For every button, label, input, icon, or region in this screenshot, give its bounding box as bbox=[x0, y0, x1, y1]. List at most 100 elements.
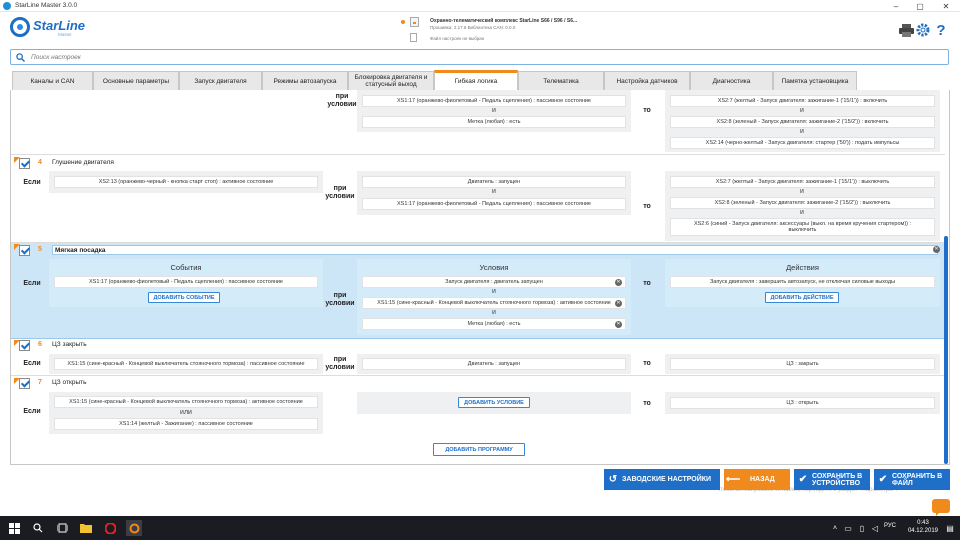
add-event-button[interactable]: ДОБАВИТЬ СОБЫТИЕ bbox=[148, 292, 220, 303]
label-under-condition: при условии bbox=[325, 356, 355, 371]
program-name[interactable]: ЦЗ закрыть bbox=[52, 341, 87, 348]
action-item[interactable]: ЦЗ : закрыть bbox=[670, 358, 935, 370]
label-then: то bbox=[643, 203, 651, 210]
chat-icon[interactable] bbox=[932, 499, 950, 516]
search-input[interactable] bbox=[31, 51, 731, 63]
tab-installer-memo[interactable]: Памятка установщика bbox=[773, 71, 857, 90]
program-row-5: 5 Мягкая посадка ✕ Если События XS1:17 (… bbox=[11, 243, 945, 339]
program-number: 7 bbox=[38, 379, 42, 386]
label-if: Если bbox=[23, 360, 41, 367]
back-button[interactable]: ⟵ НАЗАД bbox=[724, 469, 790, 490]
save-to-device-label: СОХРАНИТЬ В УСТРОЙСТВО bbox=[812, 472, 863, 487]
event-item[interactable]: XS2:13 (оранжево-черный - кнопка старт с… bbox=[54, 176, 318, 188]
notification-icon[interactable]: ▤ bbox=[944, 520, 956, 536]
actions-panel: ЦЗ : закрыть bbox=[665, 354, 940, 374]
action-item[interactable]: XS2:14 (черно-желтый - Запуск двигателя:… bbox=[670, 137, 935, 149]
vertical-scrollbar[interactable] bbox=[944, 236, 948, 464]
tray-expand-icon[interactable]: ˄ bbox=[830, 520, 840, 536]
event-item[interactable]: XS1:15 (сине-красный - Концевой выключат… bbox=[54, 358, 318, 370]
tab-sensors[interactable]: Настройка датчиков bbox=[604, 71, 690, 90]
program-name[interactable]: ЦЗ открыть bbox=[52, 379, 86, 386]
delete-program-icon[interactable]: ✕ bbox=[933, 246, 940, 253]
tab-flexible-logic[interactable]: Гибкая логика bbox=[434, 70, 518, 90]
tab-bar: Каналы и CAN Основные параметры Запуск д… bbox=[10, 70, 950, 90]
maximize-button[interactable]: ▢ bbox=[908, 0, 932, 12]
remove-condition-icon[interactable]: ✕ bbox=[615, 279, 622, 286]
add-condition-button[interactable]: ДОБАВИТЬ УСЛОВИЕ bbox=[458, 397, 530, 408]
and-label: и bbox=[800, 128, 804, 135]
program-enable-checkbox[interactable] bbox=[19, 378, 30, 389]
opera-icon[interactable] bbox=[102, 520, 118, 536]
program-enable-checkbox[interactable] bbox=[19, 340, 30, 351]
label-if: Если bbox=[23, 179, 41, 186]
help-icon[interactable]: ? bbox=[933, 22, 949, 39]
remove-condition-icon[interactable]: ✕ bbox=[615, 321, 622, 328]
action-item[interactable]: XS2:7 (желтый - Запуск двигателя: зажига… bbox=[670, 176, 935, 188]
event-item[interactable]: XS1:14 (желтый - Зажигание) : пассивное … bbox=[54, 418, 318, 430]
tab-telematics[interactable]: Телематика bbox=[518, 71, 604, 90]
logo-sub: Master bbox=[58, 32, 72, 37]
action-item[interactable]: ЦЗ : открыть bbox=[670, 397, 935, 409]
action-item[interactable]: XS2:7 (желтый - Запуск двигателя: зажига… bbox=[670, 95, 935, 107]
file-explorer-icon[interactable] bbox=[78, 520, 94, 536]
events-title: События bbox=[170, 263, 202, 272]
program-row-6: 6 ЦЗ закрыть Если XS1:15 (сине-красный -… bbox=[11, 339, 945, 376]
settings-file-status: Файл настроек не выбран bbox=[430, 36, 485, 41]
actions-panel: ЦЗ : открыть bbox=[665, 392, 940, 414]
program-row-7: 7 ЦЗ открыть Если XS1:15 (сине-красный -… bbox=[11, 376, 945, 434]
condition-item[interactable]: XS1:17 (оранжево-фиолетовый - Педаль сце… bbox=[362, 198, 626, 210]
action-item[interactable]: Запуск двигателя : завершить автозапуск,… bbox=[670, 276, 935, 288]
events-panel: XS2:13 (оранжево-черный - кнопка старт с… bbox=[49, 171, 323, 193]
save-to-file-button[interactable]: ✔ СОХРАНИТЬ В ФАЙЛ bbox=[874, 469, 950, 490]
action-item[interactable]: XS2:8 (зеленый - Запуск двигателя: зажиг… bbox=[670, 116, 935, 128]
factory-settings-button[interactable]: ↺ ЗАВОДСКИЕ НАСТРОЙКИ bbox=[604, 469, 720, 490]
add-action-button[interactable]: ДОБАВИТЬ ДЕЙСТВИЕ bbox=[765, 292, 839, 303]
program-enable-checkbox[interactable] bbox=[19, 158, 30, 169]
tab-engine-start[interactable]: Запуск двигателя bbox=[179, 71, 262, 90]
event-item[interactable]: XS1:15 (сине-красный - Концевой выключат… bbox=[54, 396, 318, 408]
actions-title: Действия bbox=[786, 263, 819, 272]
actions-panel: Действия Запуск двигателя : завершить ав… bbox=[665, 259, 940, 307]
task-view-icon[interactable] bbox=[54, 520, 70, 536]
minimize-button[interactable]: – bbox=[884, 0, 908, 12]
save-to-device-button[interactable]: ✔ СОХРАНИТЬ В УСТРОЙСТВО bbox=[794, 469, 870, 490]
search-bar[interactable] bbox=[10, 49, 949, 65]
condition-item[interactable]: XS1:15 (сине-красный - Концевой выключат… bbox=[362, 297, 626, 309]
tab-main-params[interactable]: Основные параметры bbox=[93, 71, 179, 90]
action-item[interactable]: XS2:6 (синий - Запуск двигателя: аксессу… bbox=[670, 218, 935, 236]
program-name[interactable]: Глушение двигателя bbox=[52, 159, 114, 166]
tab-autostart-modes[interactable]: Режимы автозапуска bbox=[262, 71, 348, 90]
gear-icon[interactable] bbox=[915, 22, 931, 38]
remove-condition-icon[interactable]: ✕ bbox=[615, 300, 622, 307]
starline-taskbar-icon[interactable] bbox=[126, 520, 142, 536]
windows-start-icon[interactable] bbox=[6, 520, 22, 536]
search-icon bbox=[16, 53, 25, 62]
battery-icon[interactable]: ▯ bbox=[856, 520, 868, 536]
condition-item[interactable]: Запуск двигателя : двигатель запущен bbox=[362, 276, 626, 288]
tab-channels-can[interactable]: Каналы и CAN bbox=[12, 71, 93, 90]
and-label: и bbox=[800, 209, 804, 216]
program-number: 4 bbox=[38, 159, 42, 166]
taskbar-clock[interactable]: 0:43 04.12.2019 bbox=[908, 519, 938, 535]
condition-item[interactable]: Метка (любая) : есть bbox=[362, 318, 626, 330]
network-icon[interactable]: ▭ bbox=[842, 520, 854, 536]
and-label: и bbox=[492, 288, 496, 295]
events-panel: XS1:15 (сине-красный - Концевой выключат… bbox=[49, 392, 323, 434]
search-icon[interactable] bbox=[30, 520, 46, 536]
volume-icon[interactable]: ◁ bbox=[869, 520, 881, 536]
action-item[interactable]: XS2:8 (зеленый - Запуск двигателя: зажиг… bbox=[670, 197, 935, 209]
program-name-input[interactable]: Мягкая посадка bbox=[52, 245, 938, 255]
tab-diagnostics[interactable]: Диагностика bbox=[690, 71, 773, 90]
condition-item[interactable]: XS1:17 (оранжево-фиолетовый - Педаль сце… bbox=[362, 95, 626, 107]
close-window-button[interactable]: ✕ bbox=[934, 0, 958, 12]
tab-engine-block[interactable]: Блокировка двигателя и статусный выход bbox=[348, 71, 434, 90]
logic-content: при условии XS1:17 (оранжево-фиолетовый … bbox=[10, 90, 950, 465]
event-item[interactable]: XS1:17 (оранжево-фиолетовый - Педаль сце… bbox=[54, 276, 318, 288]
condition-item[interactable]: Метка (любая) : есть bbox=[362, 116, 626, 128]
printer-icon[interactable] bbox=[898, 22, 914, 38]
program-enable-checkbox[interactable] bbox=[19, 245, 30, 256]
condition-item[interactable]: Двигатель : запущен bbox=[362, 358, 626, 370]
add-program-button[interactable]: ДОБАВИТЬ ПРОГРАММУ bbox=[433, 443, 525, 456]
condition-item[interactable]: Двигатель : запущен bbox=[362, 176, 626, 188]
input-language[interactable]: РУС bbox=[884, 523, 896, 529]
